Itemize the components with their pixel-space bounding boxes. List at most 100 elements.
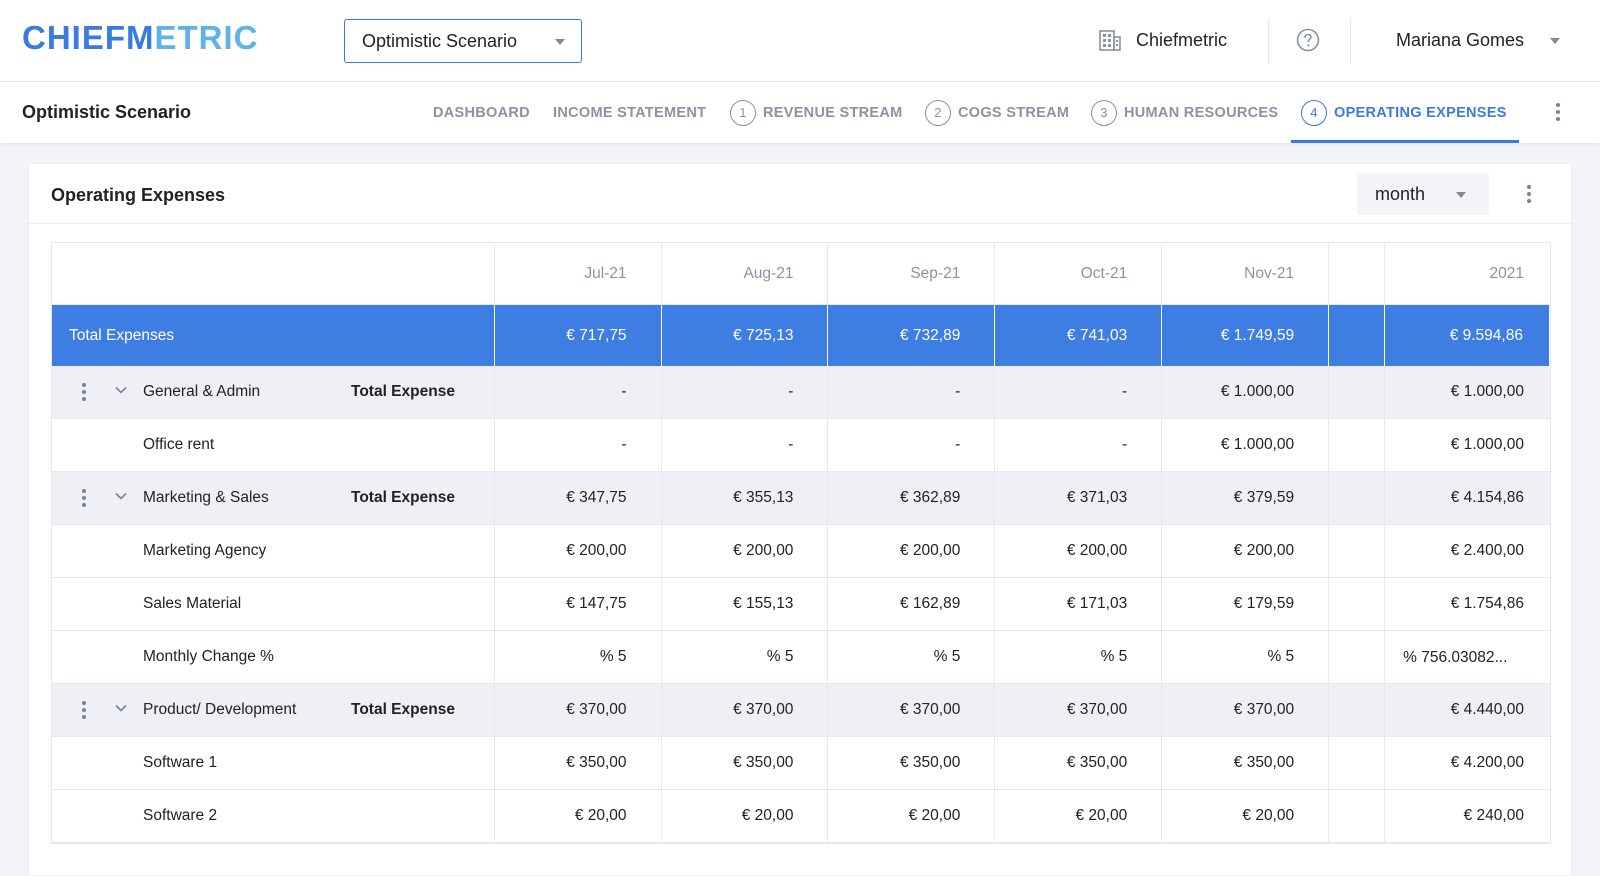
column-header: Oct-21 xyxy=(995,243,1163,304)
chevron-down-icon[interactable] xyxy=(114,489,128,503)
value-cell[interactable]: - xyxy=(828,419,996,471)
value-cell[interactable]: % 5 xyxy=(1162,631,1330,683)
value-cell[interactable]: € 350,00 xyxy=(1162,737,1330,789)
value-cell[interactable]: € 347,75 xyxy=(495,472,662,524)
caret-down-icon xyxy=(1456,192,1466,198)
chevron-down-icon[interactable] xyxy=(1550,38,1560,44)
table-row: Software 2 € 20,00 € 20,00 € 20,00 € 20,… xyxy=(52,790,1550,843)
tab-revenue-stream[interactable]: 1 REVENUE STREAM xyxy=(730,82,903,143)
user-menu[interactable]: Mariana Gomes xyxy=(1396,30,1524,51)
row-label-cell: Sales Material xyxy=(52,578,495,630)
tab-income-statement[interactable]: INCOME STATEMENT xyxy=(553,82,706,143)
row-label-cell: Product/ Development Total Expense xyxy=(52,684,495,736)
value-cell[interactable]: € 355,13 xyxy=(662,472,829,524)
column-header: 2021 xyxy=(1489,264,1524,282)
value-cell[interactable]: € 20,00 xyxy=(828,790,996,842)
value-cell[interactable]: € 370,00 xyxy=(828,684,996,736)
step-number-badge: 4 xyxy=(1301,99,1327,126)
value-cell: € 240,00 xyxy=(1463,807,1524,824)
value-cell[interactable]: - xyxy=(662,366,829,418)
value-cell[interactable]: € 20,00 xyxy=(1162,790,1330,842)
value-cell[interactable]: - xyxy=(828,366,996,418)
column-header: Sep-21 xyxy=(828,243,996,304)
row-label: General & Admin xyxy=(143,383,261,400)
value-cell xyxy=(1329,366,1386,418)
value-cell[interactable]: € 350,00 xyxy=(995,737,1163,789)
row-sublabel: Total Expense xyxy=(351,701,455,718)
tab-dashboard[interactable]: DASHBOARD xyxy=(433,82,530,143)
value-cell[interactable]: € 20,00 xyxy=(662,790,829,842)
value-cell: € 9.594,86 xyxy=(1385,305,1550,366)
value-cell[interactable]: € 155,13 xyxy=(662,578,829,630)
value-cell[interactable]: - xyxy=(995,419,1163,471)
period-select[interactable]: month xyxy=(1357,173,1489,215)
value-cell[interactable]: € 200,00 xyxy=(1162,525,1330,577)
row-options-icon[interactable] xyxy=(80,487,88,509)
tab-human-resources[interactable]: 3 HUMAN RESOURCES xyxy=(1091,82,1278,143)
value-cell[interactable]: € 350,00 xyxy=(495,737,662,789)
more-options-icon[interactable] xyxy=(1552,100,1564,124)
table-row: Office rent - - - - € 1.000,00 € 1.000,0… xyxy=(52,419,1550,472)
value-cell[interactable]: € 171,03 xyxy=(995,578,1163,630)
value-cell[interactable]: € 162,89 xyxy=(828,578,996,630)
value-cell: % 756.03082... xyxy=(1385,631,1550,683)
value-cell[interactable]: € 379,59 xyxy=(1162,472,1330,524)
column-header: Jul-21 xyxy=(495,243,662,304)
value-cell: € 1.754,86 xyxy=(1450,595,1524,612)
chevron-down-icon[interactable] xyxy=(114,383,128,397)
value-cell[interactable]: € 371,03 xyxy=(995,472,1163,524)
value-cell[interactable]: % 5 xyxy=(495,631,662,683)
step-number-badge: 2 xyxy=(925,99,951,126)
value-cell[interactable]: € 179,59 xyxy=(1162,578,1330,630)
truncated-value: % 756.03082... xyxy=(1403,648,1508,666)
table-row: Monthly Change % % 5 % 5 % 5 % 5 % 5 % 7… xyxy=(52,631,1550,684)
value-cell[interactable]: € 200,00 xyxy=(662,525,829,577)
value-cell[interactable]: € 350,00 xyxy=(828,737,996,789)
row-label: Sales Material xyxy=(143,595,242,612)
table-row: Sales Material € 147,75 € 155,13 € 162,8… xyxy=(52,578,1550,631)
tab-cogs-stream[interactable]: 2 COGS STREAM xyxy=(925,82,1069,143)
chiefmetric-logo[interactable]: CHIEFM ETRIC xyxy=(22,19,259,56)
value-cell[interactable]: € 370,00 xyxy=(662,684,829,736)
caret-down-icon xyxy=(555,39,565,45)
value-cell[interactable]: € 1.000,00 xyxy=(1162,366,1330,418)
chevron-down-icon[interactable] xyxy=(114,701,128,715)
row-label: Marketing & Sales xyxy=(143,489,269,506)
value-cell[interactable]: - xyxy=(495,366,662,418)
value-cell[interactable]: - xyxy=(995,366,1163,418)
value-cell[interactable]: % 5 xyxy=(828,631,996,683)
value-cell[interactable]: - xyxy=(495,419,662,471)
value-cell[interactable]: € 20,00 xyxy=(995,790,1163,842)
value-cell[interactable]: % 5 xyxy=(662,631,829,683)
scenario-select[interactable]: Optimistic Scenario xyxy=(344,19,582,63)
value-cell[interactable]: € 147,75 xyxy=(495,578,662,630)
value-cell[interactable]: € 200,00 xyxy=(995,525,1163,577)
table-row: Marketing & Sales Total Expense € 347,75… xyxy=(52,472,1550,525)
row-options-icon[interactable] xyxy=(80,699,88,721)
row-label: Monthly Change % xyxy=(143,648,274,665)
row-options-icon[interactable] xyxy=(80,381,88,403)
step-number-badge: 1 xyxy=(730,99,756,126)
tab-label: COGS STREAM xyxy=(958,104,1070,121)
value-cell[interactable]: € 20,00 xyxy=(495,790,662,842)
value-cell[interactable]: € 370,00 xyxy=(495,684,662,736)
value-cell[interactable]: € 370,00 xyxy=(995,684,1163,736)
table-row: Software 1 € 350,00 € 350,00 € 350,00 € … xyxy=(52,737,1550,790)
value-cell[interactable]: € 350,00 xyxy=(662,737,829,789)
more-options-icon[interactable] xyxy=(1523,182,1535,206)
value-cell[interactable]: € 200,00 xyxy=(495,525,662,577)
value-cell[interactable]: € 200,00 xyxy=(828,525,996,577)
company-switcher[interactable]: Chiefmetric xyxy=(1098,28,1227,52)
row-label-cell: Office rent xyxy=(52,419,495,471)
value-cell[interactable]: € 362,89 xyxy=(828,472,996,524)
card-header: Operating Expenses month xyxy=(29,164,1571,224)
column-header xyxy=(1329,243,1386,304)
value-cell[interactable]: € 1.000,00 xyxy=(1162,419,1330,471)
value-cell[interactable]: - xyxy=(662,419,829,471)
help-icon[interactable] xyxy=(1296,28,1320,52)
tab-operating-expenses[interactable]: 4 OPERATING EXPENSES xyxy=(1291,82,1519,143)
value-cell: € 1.749,59 xyxy=(1162,305,1330,366)
value-cell[interactable]: % 5 xyxy=(995,631,1163,683)
card-title: Operating Expenses xyxy=(51,185,226,205)
value-cell[interactable]: € 370,00 xyxy=(1162,684,1330,736)
